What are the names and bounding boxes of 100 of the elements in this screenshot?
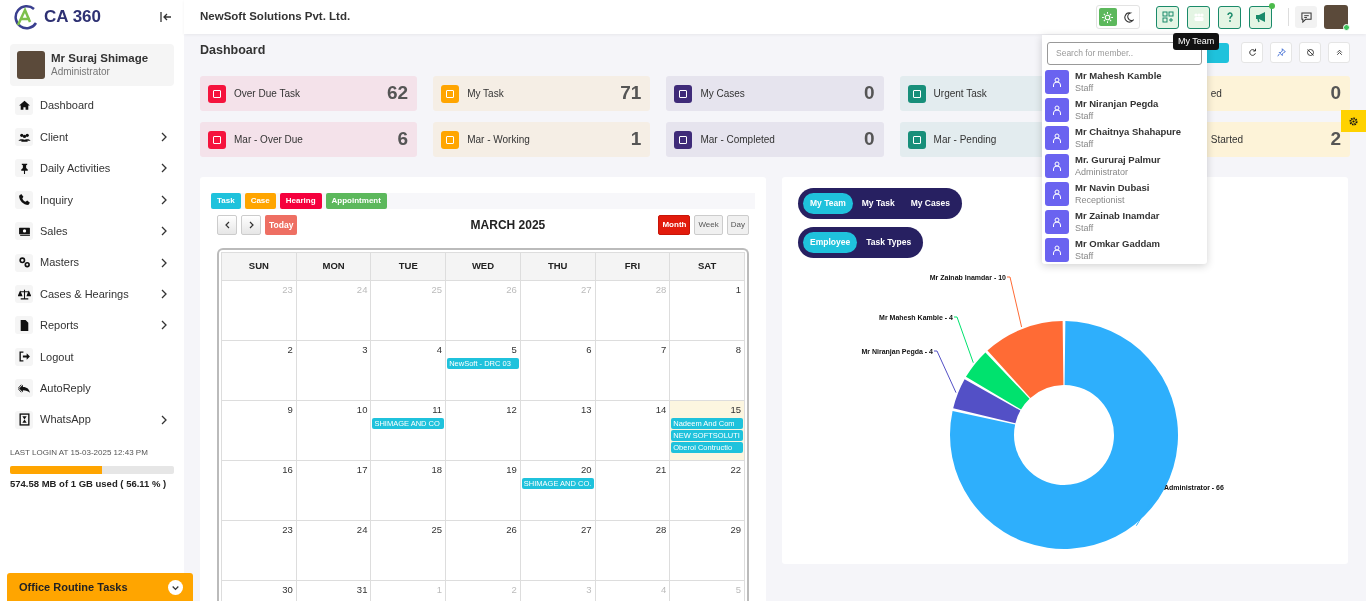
calendar-view-tab[interactable]: Day — [726, 215, 749, 235]
day-number: 5 — [511, 343, 518, 357]
day-cell[interactable]: 24 — [296, 521, 372, 581]
day-cell[interactable]: 25 — [371, 521, 447, 581]
day-cell[interactable]: 19 — [446, 461, 521, 521]
megaphone-icon — [1254, 11, 1267, 23]
stat-value: 0 — [1330, 81, 1341, 106]
pin-button[interactable] — [1270, 42, 1292, 63]
day-cell[interactable]: 27 — [520, 521, 596, 581]
member-item[interactable]: Mr Omkar Gaddam Staff — [1045, 237, 1204, 262]
next-month-button[interactable] — [241, 215, 261, 235]
menu-item[interactable]: Cases & Hearings — [0, 278, 184, 310]
stat-card[interactable]: Mar - Pending — [899, 122, 1044, 157]
day-number: 13 — [581, 403, 593, 417]
avatar-photo-placeholder[interactable] — [1324, 5, 1348, 29]
menu-item[interactable]: Inquiry — [0, 184, 184, 216]
day-cell[interactable]: 17 — [296, 461, 372, 521]
stat-label: Mar - Working — [467, 133, 530, 147]
day-number: 17 — [356, 463, 369, 477]
help-button[interactable] — [1218, 5, 1241, 29]
day-cell[interactable]: 9 — [222, 401, 297, 461]
segment-tab[interactable]: Task Types — [859, 232, 919, 253]
calendar-view-tab[interactable]: Month — [658, 215, 691, 235]
menu-item[interactable]: WhatsApp — [0, 403, 184, 436]
day-cell[interactable]: 23 — [222, 521, 297, 581]
day-number: 24 — [356, 523, 369, 537]
day-cell[interactable]: 6 — [520, 341, 596, 401]
donut-slice[interactable] — [987, 321, 1064, 398]
day-cell[interactable]: 22 — [670, 461, 745, 521]
segment-tab[interactable]: My Task — [854, 193, 902, 214]
stat-card[interactable]: My Task 71 — [433, 76, 651, 111]
day-cell[interactable]: 26 — [446, 521, 521, 581]
chat-button[interactable] — [1295, 6, 1317, 28]
day-cell[interactable]: 29 — [670, 521, 745, 581]
stat-value: 0 — [864, 127, 875, 152]
day-cell[interactable]: 14 — [595, 401, 671, 461]
day-cell[interactable]: 16 — [222, 461, 297, 521]
day-cell[interactable]: 2 — [222, 341, 297, 401]
day-cell[interactable]: 8 — [670, 341, 745, 401]
chat-icon — [1300, 11, 1312, 23]
stat-card[interactable]: Over Due Task 62 — [200, 76, 418, 111]
member-role: Staff — [1075, 109, 1095, 123]
scale-icon — [17, 287, 31, 301]
day-cell[interactable]: 12 — [446, 401, 521, 461]
donut-slice[interactable] — [965, 352, 1030, 410]
previous-month-button[interactable] — [217, 215, 237, 235]
day-number: 2 — [511, 583, 518, 597]
menu-item[interactable]: Masters — [0, 246, 184, 279]
weekday-header: FRI — [624, 259, 641, 274]
day-cell[interactable]: 10 — [296, 401, 372, 461]
menu-item[interactable]: Dashboard — [0, 90, 184, 122]
stat-card[interactable]: Mar - Completed 0 — [666, 122, 884, 157]
menu-item[interactable]: Sales — [0, 215, 184, 247]
menu-item[interactable]: AutoReply — [0, 372, 184, 404]
day-cell[interactable]: 28 — [595, 521, 671, 581]
day-number: 1 — [735, 283, 742, 297]
menu-item[interactable]: Daily Activities — [0, 152, 184, 185]
tooltip: My Team — [1173, 33, 1220, 50]
user-name: Mr Suraj Shimage — [51, 52, 149, 65]
day-cell[interactable]: 21 — [595, 461, 671, 521]
day-cell[interactable]: 18 — [371, 461, 447, 521]
day-number: 11 — [432, 403, 444, 417]
segment-tab[interactable]: My Cases — [903, 193, 957, 214]
day-number: 25 — [431, 523, 444, 537]
quick-add-button[interactable] — [1156, 5, 1179, 29]
menu-item[interactable]: Logout — [0, 341, 184, 373]
day-cell[interactable]: 3 — [296, 341, 372, 401]
member-item[interactable]: Mr Zainab Inamdar Staff — [1045, 209, 1204, 234]
weekday-header: WED — [471, 259, 495, 274]
hide-button[interactable] — [1299, 42, 1321, 63]
theme-toggle[interactable] — [1096, 5, 1140, 29]
day-number: 7 — [661, 343, 668, 357]
day-number: 6 — [586, 343, 593, 357]
my-team-button[interactable] — [1187, 5, 1210, 29]
donut-slice[interactable] — [953, 379, 1021, 424]
announcements-button[interactable] — [1249, 5, 1272, 29]
sun-icon[interactable] — [1102, 11, 1113, 23]
day-number: 26 — [506, 523, 518, 537]
collapse-sidebar-icon[interactable] — [160, 11, 172, 23]
member-item[interactable]: Mr Navin Dubasi Receptionist — [1045, 181, 1204, 206]
moon-icon[interactable] — [1123, 11, 1134, 23]
user-card[interactable]: Mr Suraj Shimage Administrator — [10, 44, 174, 86]
refresh-button[interactable] — [1241, 42, 1263, 63]
day-cell[interactable]: 7 — [595, 341, 671, 401]
chevron-down-icon[interactable] — [168, 579, 183, 595]
day-number: 9 — [287, 403, 294, 417]
stat-card[interactable]: Mar - Over Due 6 — [200, 122, 418, 157]
calendar-view-tab[interactable]: Week — [694, 215, 723, 235]
day-cell[interactable]: 4 — [371, 341, 447, 401]
member-name: Mr Zainab Inamdar — [1075, 208, 1160, 222]
office-routine-tasks-bar[interactable]: Office Routine Tasks — [7, 573, 193, 601]
menu-item[interactable]: Client — [0, 121, 184, 153]
day-cell[interactable]: 1 — [670, 281, 745, 341]
stat-card[interactable]: Mar - Working 1 — [433, 122, 651, 157]
stat-card[interactable]: My Cases 0 — [666, 76, 884, 111]
stat-card[interactable]: Urgent Task — [899, 76, 1044, 111]
stat-label: My Task — [467, 87, 504, 101]
menu-item[interactable]: Reports — [0, 309, 184, 342]
settings-tab[interactable] — [1341, 110, 1366, 132]
day-cell[interactable]: 13 — [520, 401, 596, 461]
